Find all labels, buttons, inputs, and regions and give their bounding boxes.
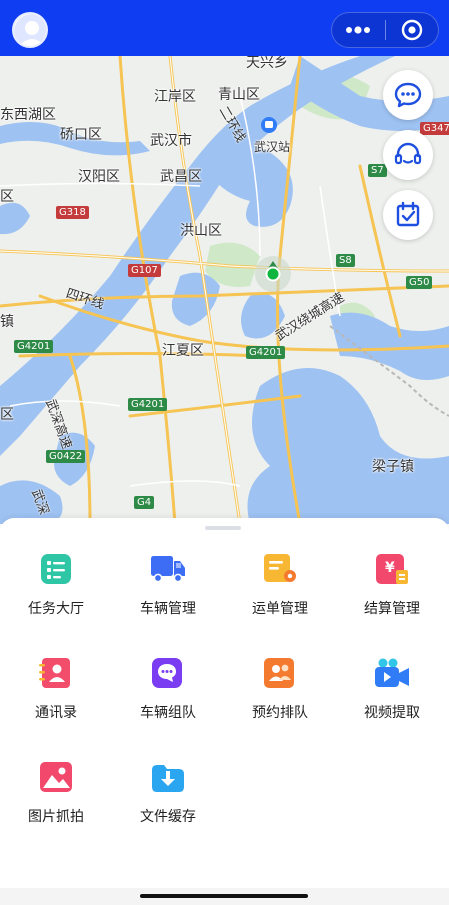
contacts-icon [37, 654, 75, 692]
mini-program-capsule [331, 12, 439, 48]
highway-shield: S8 [336, 254, 355, 267]
calendar-check-icon [396, 201, 420, 227]
menu-item-video-extract[interactable]: 视频提取 [336, 654, 448, 722]
map-label-liangzizhen: 梁子镇 [372, 459, 414, 475]
more-dots-icon [346, 26, 371, 34]
user-avatar[interactable] [12, 12, 48, 48]
task-list-icon [37, 550, 75, 588]
highway-shield: G4201 [14, 340, 54, 353]
settlement-icon: ¥ [373, 550, 411, 588]
menu-item-waybill-management[interactable]: 运单管理 [224, 550, 336, 618]
chat-bubble-icon [394, 82, 422, 108]
highway-shield: G318 [56, 206, 89, 219]
queue-people-icon [261, 654, 299, 692]
map-label-hongshan: 洪山区 [180, 223, 222, 239]
home-indicator[interactable] [140, 894, 308, 898]
map-view[interactable]: 天兴乡 东西湖区 江岸区 青山区 硚口区 武汉市 二环线 武汉站 汉阳区 武昌区… [0, 56, 449, 524]
feature-grid: 任务大厅 车辆管理 运单管理 ¥ 结算管理 通讯录 车辆组队 预约排队 视频提取… [0, 550, 449, 826]
menu-item-vehicle-team[interactable]: 车辆组队 [112, 654, 224, 722]
highway-shield: G50 [406, 276, 433, 289]
highway-shield: G107 [128, 264, 161, 277]
svg-text:¥: ¥ [385, 560, 395, 576]
menu-item-label: 任务大厅 [28, 601, 84, 617]
more-button[interactable] [332, 13, 385, 47]
headset-icon [394, 142, 422, 165]
download-folder-icon [149, 758, 187, 796]
feature-panel: 任务大厅 车辆管理 运单管理 ¥ 结算管理 通讯录 车辆组队 预约排队 视频提取… [0, 518, 449, 890]
highway-shield: G4201 [246, 346, 286, 359]
checkin-button[interactable] [383, 190, 433, 240]
image-icon [37, 758, 75, 796]
menu-item-label: 图片抓拍 [28, 809, 84, 825]
map-label-tianxingxiang: 天兴乡 [246, 56, 288, 71]
video-camera-icon [373, 654, 411, 692]
team-chat-icon [149, 654, 187, 692]
avatar-placeholder-icon [14, 14, 46, 46]
map-label-left-zhen: 镇 [0, 314, 14, 330]
map-label-qiaokou: 硚口区 [60, 127, 102, 143]
customer-service-button[interactable] [383, 130, 433, 180]
menu-item-label: 预约排队 [252, 705, 308, 721]
menu-item-task-hall[interactable]: 任务大厅 [0, 550, 112, 618]
top-bar [0, 0, 449, 56]
waybill-icon [261, 550, 299, 588]
menu-item-label: 结算管理 [364, 601, 420, 617]
map-label-hanyang: 汉阳区 [78, 169, 120, 185]
menu-item-reservation-queue[interactable]: 预约排队 [224, 654, 336, 722]
highway-shield: G4201 [128, 398, 168, 411]
highway-shield: S7 [368, 164, 387, 177]
drag-handle[interactable] [205, 526, 241, 530]
map-label-jiangan: 江岸区 [154, 89, 196, 105]
menu-item-label: 视频提取 [364, 705, 420, 721]
close-button[interactable] [386, 13, 439, 47]
menu-item-photo-capture[interactable]: 图片抓拍 [0, 758, 112, 826]
menu-item-label: 车辆组队 [140, 705, 196, 721]
menu-item-file-cache[interactable]: 文件缓存 [112, 758, 224, 826]
target-circle-icon [401, 19, 422, 41]
map-label-dongxihu: 东西湖区 [0, 107, 56, 123]
map-label-qingshan: 青山区 [218, 87, 260, 103]
highway-shield: G4 [134, 496, 155, 509]
map-label-wuchang: 武昌区 [160, 169, 202, 185]
menu-item-contacts[interactable]: 通讯录 [0, 654, 112, 722]
menu-item-label: 文件缓存 [140, 809, 196, 825]
map-label-left-qu-1: 区 [0, 189, 14, 205]
map-label-wuhanshi: 武汉市 [150, 133, 192, 149]
menu-item-label: 运单管理 [252, 601, 308, 617]
highway-shield: G0422 [46, 450, 86, 463]
menu-item-label: 通讯录 [35, 705, 77, 721]
menu-item-settlement-management[interactable]: ¥ 结算管理 [336, 550, 448, 618]
menu-item-vehicle-management[interactable]: 车辆管理 [112, 550, 224, 618]
map-label-jiangxia: 江夏区 [162, 343, 204, 359]
home-indicator-area [0, 888, 449, 905]
chat-button[interactable] [383, 70, 433, 120]
map-label-wuhanzhan: 武汉站 [254, 140, 291, 154]
map-label-left-qu-2: 区 [0, 407, 14, 423]
truck-icon [149, 550, 187, 588]
menu-item-label: 车辆管理 [140, 601, 196, 617]
train-station-icon [261, 117, 277, 133]
highway-shield: G347 [420, 122, 449, 135]
